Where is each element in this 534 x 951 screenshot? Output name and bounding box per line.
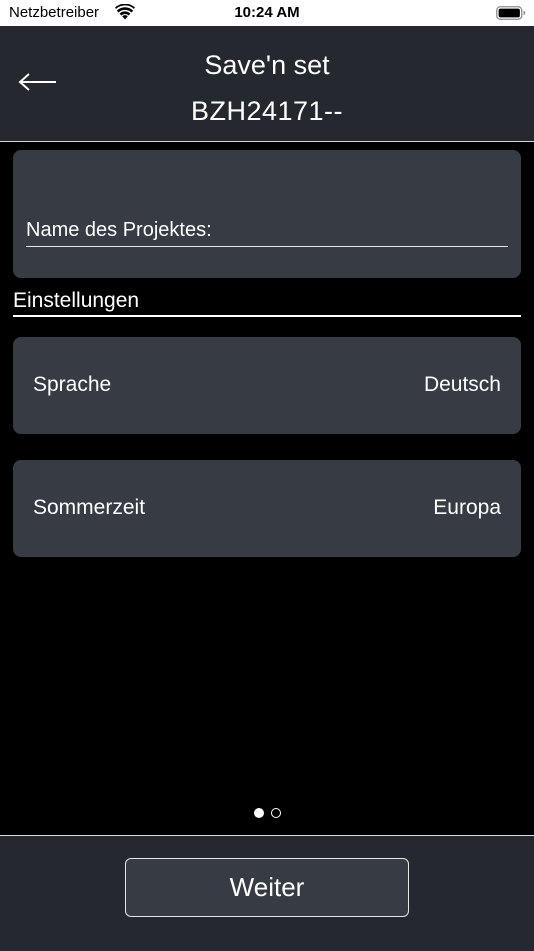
next-button[interactable]: Weiter xyxy=(125,858,409,917)
page-indicator xyxy=(0,808,534,822)
page-dot-1[interactable] xyxy=(253,808,264,818)
footer-bar: Weiter xyxy=(0,835,534,951)
page-title: Save'n set xyxy=(204,50,330,80)
project-card: Name des Projektes: xyxy=(13,150,521,278)
setting-value: Europa xyxy=(433,496,501,519)
page-dot-2[interactable] xyxy=(270,808,281,818)
setting-label: Sprache xyxy=(33,373,112,396)
clock: 10:24 AM xyxy=(234,4,300,21)
battery-full-icon xyxy=(496,5,526,21)
setting-row-language[interactable]: Sprache Deutsch xyxy=(13,337,521,434)
settings-heading: Einstellungen xyxy=(13,288,521,317)
navigation-header: Save'n set BZH24171-- xyxy=(0,26,534,142)
status-bar: Netzbetreiber 10:24 AM xyxy=(0,0,534,26)
setting-row-daylight-saving[interactable]: Sommerzeit Europa xyxy=(13,460,521,557)
setting-value: Deutsch xyxy=(423,373,501,396)
setting-label: Sommerzeit xyxy=(33,496,146,519)
device-id: BZH24171-- xyxy=(190,96,344,126)
project-name-field: Name des Projektes: xyxy=(26,216,508,247)
project-name-input[interactable] xyxy=(211,220,508,246)
project-name-label: Name des Projektes: xyxy=(26,219,212,241)
